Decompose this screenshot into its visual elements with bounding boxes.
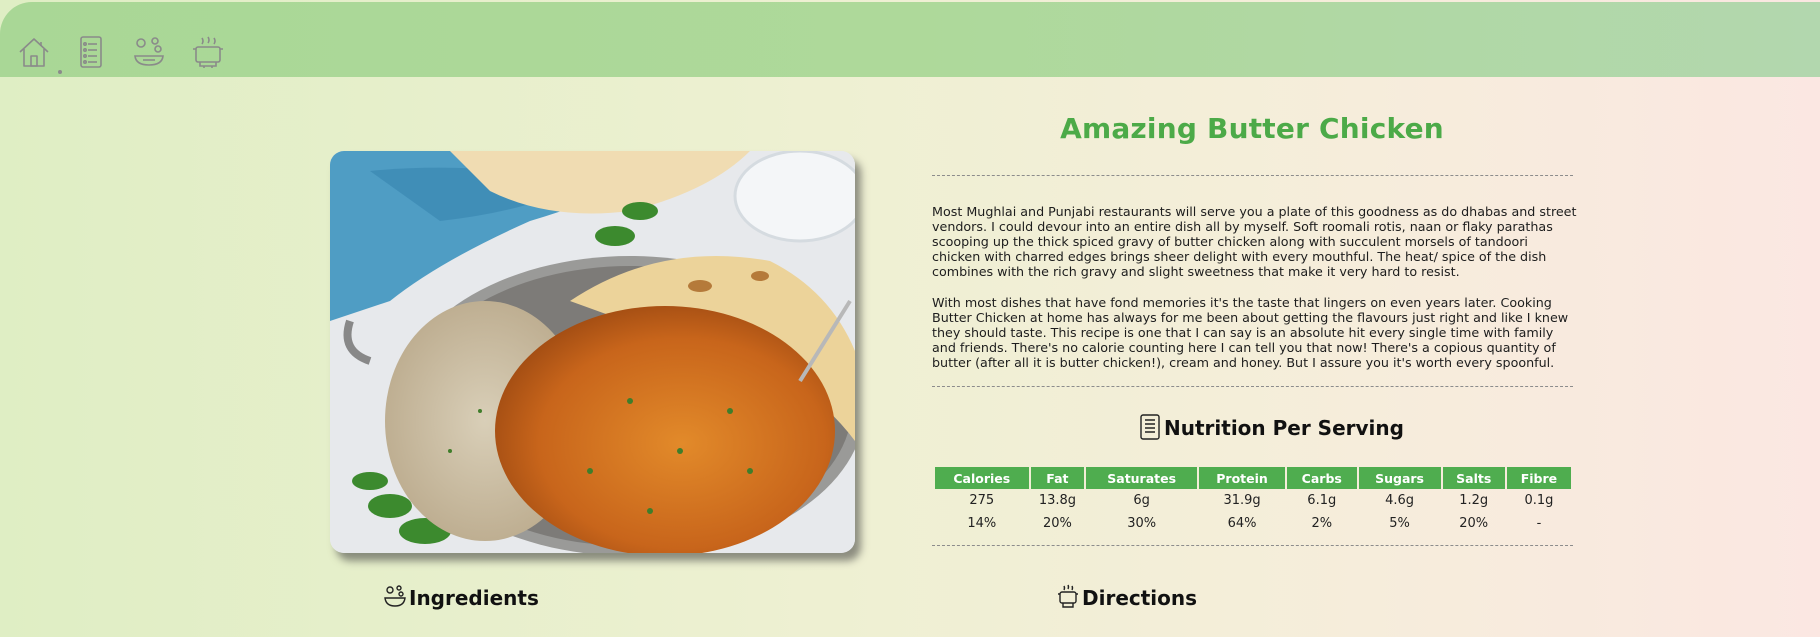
directions-heading: Directions (1056, 584, 1197, 610)
column-header: Salts (1442, 467, 1505, 489)
table-row: 275 13.8g 6g 31.9g 6.1g 4.6g 1.2g 0.1g (935, 489, 1571, 512)
table-cell: 6g (1133, 493, 1150, 508)
column-header: Fat (1030, 467, 1085, 489)
ingredients-heading: Ingredients (383, 584, 539, 610)
cooking-pot-icon (1058, 584, 1078, 608)
column-header: Carbs (1287, 467, 1357, 489)
column-header: Protein (1199, 467, 1286, 489)
nutrition-list-icon (1140, 414, 1160, 440)
column-header: Fibre (1506, 467, 1571, 489)
table-cell: 1.2g (1459, 493, 1489, 508)
table-cell: - (1536, 516, 1542, 531)
table-cell: 6.1g (1307, 493, 1337, 508)
ingredients-icon (384, 585, 406, 607)
top-navigation-bar (0, 2, 1820, 77)
divider-middle (932, 386, 1573, 387)
recipe-list-icon[interactable] (71, 32, 111, 72)
column-header: Saturates (1086, 467, 1198, 489)
table-cell: 20% (1042, 516, 1072, 531)
nutrition-heading-label: Nutrition Per Serving (1164, 416, 1404, 440)
ingredients-heading-label: Ingredients (409, 586, 539, 610)
table-cell: 275 (969, 493, 995, 508)
table-cell: 4.6g (1385, 493, 1415, 508)
home-icon[interactable] (14, 32, 54, 72)
table-cell: 64% (1227, 516, 1257, 531)
ingredients-icon[interactable] (129, 32, 169, 72)
cooking-pot-icon[interactable] (188, 32, 228, 72)
table-cell: 31.9g (1223, 493, 1261, 508)
divider-top (932, 175, 1573, 176)
column-header: Sugars (1358, 467, 1441, 489)
table-cell: 2% (1311, 516, 1333, 531)
table-cell: 13.8g (1038, 493, 1077, 508)
directions-heading-label: Directions (1082, 586, 1198, 610)
table-row: 14% 20% 30% 64% 2% 5% 20% - (935, 512, 1571, 535)
table-cell: 14% (967, 516, 997, 531)
recipe-photo (330, 151, 855, 553)
recipe-title: Amazing Butter Chicken (1060, 112, 1444, 145)
nav-indicator-dot (58, 70, 62, 74)
nutrition-table: Calories Fat Saturates Protein Carbs Sug… (933, 467, 1573, 535)
table-cell: 20% (1459, 516, 1489, 531)
table-cell: 0.1g (1524, 493, 1554, 508)
nutrition-heading: Nutrition Per Serving (1138, 414, 1404, 440)
divider-bottom (932, 545, 1573, 546)
table-cell: 30% (1127, 516, 1157, 531)
description-paragraph-2: With most dishes that have fond memories… (932, 295, 1569, 370)
table-cell: 5% (1389, 516, 1410, 531)
description-paragraph-1: Most Mughlai and Punjabi restaurants wil… (932, 204, 1577, 279)
column-header: Calories (935, 467, 1029, 489)
nutrition-header-row: Calories Fat Saturates Protein Carbs Sug… (935, 467, 1571, 489)
